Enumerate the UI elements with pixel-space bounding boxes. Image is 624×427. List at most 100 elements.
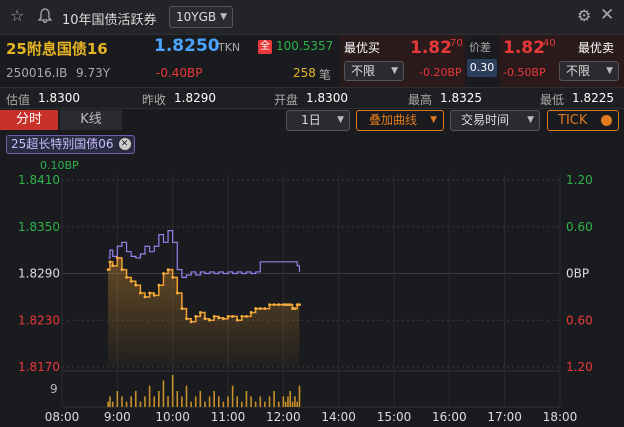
bond-code-select[interactable]: 10YGB ▼ — [169, 6, 233, 28]
tick-toggle[interactable]: TICK — [547, 110, 619, 131]
price-change: -0.40BP — [156, 66, 203, 80]
best-ask-label: 最优卖 — [578, 41, 615, 55]
volume-bar — [273, 391, 275, 407]
main-series-point — [231, 314, 235, 318]
volume-bar — [208, 396, 211, 407]
main-series-point — [203, 317, 207, 321]
stat-label-valuation: 估值 — [6, 93, 31, 107]
volume-bar — [162, 380, 165, 407]
chevron-down-icon: ▼ — [220, 12, 227, 22]
main-series-point — [162, 272, 165, 275]
chevron-down-icon: ▼ — [606, 66, 613, 76]
chevron-down-icon: ▼ — [430, 115, 437, 125]
volume-bar — [204, 401, 206, 407]
volume-bar — [111, 401, 114, 407]
y-tick-right: 0BP — [566, 267, 589, 281]
price-source: TKN — [218, 41, 241, 54]
best-ask-panel[interactable]: 1.82 40 最优卖 -0.50BP 不限 ▼ — [499, 35, 624, 87]
volume-bar — [181, 396, 183, 407]
window-title: 10年国债活跃券 — [62, 13, 157, 28]
session-select[interactable]: 交易时间 ▼ — [450, 110, 540, 131]
main-series-point — [120, 268, 124, 272]
volume-bar — [241, 401, 243, 407]
volume-bar — [121, 396, 123, 407]
volume-bar — [153, 396, 156, 407]
volume-bar — [264, 401, 266, 407]
x-tick: 11:00 — [211, 410, 246, 424]
intraday-chart[interactable]: 0.10BP 1.8410 1.8350 1.8290 1.8230 1.8170 1.… — [0, 155, 624, 427]
best-bid-panel[interactable]: 最优买 1.82 70 不限 ▼ -0.20BP — [340, 35, 465, 87]
y-tick-right: 0.60 — [566, 313, 593, 327]
x-tick: 18:00 — [543, 410, 578, 424]
main-series-point — [175, 291, 179, 295]
best-bid-price-sup: 70 — [450, 38, 463, 49]
bell-icon[interactable] — [37, 8, 53, 27]
y-tick-left: 1.8290 — [18, 267, 60, 281]
chevron-down-icon: ▼ — [337, 115, 344, 125]
tab-kline[interactable]: K线 — [60, 110, 122, 130]
best-ask-price: 1.82 — [503, 38, 545, 58]
star-icon[interactable]: ☆ — [10, 8, 24, 24]
close-icon[interactable]: ✕ — [600, 7, 614, 24]
stat-value-prev-close: 1.8290 — [174, 91, 216, 105]
volume-bar — [116, 391, 119, 407]
x-tick: 9:00 — [104, 410, 131, 424]
stat-value-open: 1.8300 — [306, 91, 348, 105]
main-series-point — [189, 320, 193, 324]
overlay-curve-select[interactable]: 叠加曲线 ▼ — [356, 110, 444, 131]
main-series-point — [125, 275, 128, 279]
ask-limit-select[interactable]: 不限 ▼ — [559, 61, 619, 81]
quote-panel: 25附息国债16 1.8250 TKN 全 100.5357 250016.IB… — [0, 35, 624, 87]
remove-icon[interactable]: ✕ — [118, 138, 131, 150]
overlay-series-tag[interactable]: 25超长特别国债06 ✕ — [6, 135, 135, 154]
best-bid-change: -0.20BP — [419, 66, 462, 79]
all-badge: 全 — [258, 40, 272, 54]
gear-icon[interactable]: ⚙ — [577, 8, 591, 24]
main-series-point — [277, 303, 281, 307]
volume-bar — [130, 396, 132, 407]
main-series-point — [221, 317, 225, 321]
main-series-point — [254, 307, 258, 310]
main-series-point — [272, 303, 276, 307]
y-tick-left: 1.8410 — [18, 173, 60, 187]
trade-count: 258 — [293, 66, 316, 80]
main-series-point — [180, 307, 184, 310]
overlay-series-line — [108, 230, 301, 278]
volume-bar — [294, 396, 296, 407]
main-series-point — [108, 260, 112, 264]
volume-bar — [231, 385, 234, 407]
period-select-value: 1日 — [301, 113, 321, 127]
x-tick: 08:00 — [45, 410, 80, 424]
tab-intraday[interactable]: 分时 — [0, 110, 58, 130]
main-series-point — [208, 318, 211, 322]
volume-bar — [217, 396, 220, 407]
main-series-point — [240, 314, 244, 318]
main-series-point — [166, 268, 170, 272]
full-price: 100.5357 — [276, 39, 334, 53]
stat-value-valuation: 1.8300 — [38, 91, 80, 105]
overlay-series-label: 25超长特别国债06 — [11, 137, 114, 151]
volume-bar — [289, 391, 292, 407]
bid-limit-select[interactable]: 不限 ▼ — [344, 61, 404, 81]
volume-bar — [139, 401, 142, 407]
x-tick: 17:00 — [487, 410, 522, 424]
spread-panel: 价差 0.30 — [465, 35, 499, 87]
main-series-point — [194, 314, 198, 318]
x-tick: 16:00 — [432, 410, 467, 424]
main-series-point — [245, 314, 248, 318]
period-select[interactable]: 1日 ▼ — [286, 110, 350, 131]
best-bid-label: 最优买 — [344, 41, 381, 55]
main-series-point — [115, 256, 119, 260]
main-series-point — [129, 279, 133, 283]
volume-bar — [277, 401, 280, 407]
main-series-point — [268, 303, 271, 307]
volume-bar — [282, 396, 285, 407]
volume-bar — [287, 396, 289, 407]
volume-bar — [107, 401, 109, 407]
stat-label-prev-close: 昨收 — [142, 93, 167, 107]
x-tick: 15:00 — [377, 410, 412, 424]
volume-bar — [236, 396, 239, 407]
main-series-point — [226, 314, 230, 318]
x-tick: 14:00 — [321, 410, 356, 424]
main-series-point — [134, 283, 138, 287]
